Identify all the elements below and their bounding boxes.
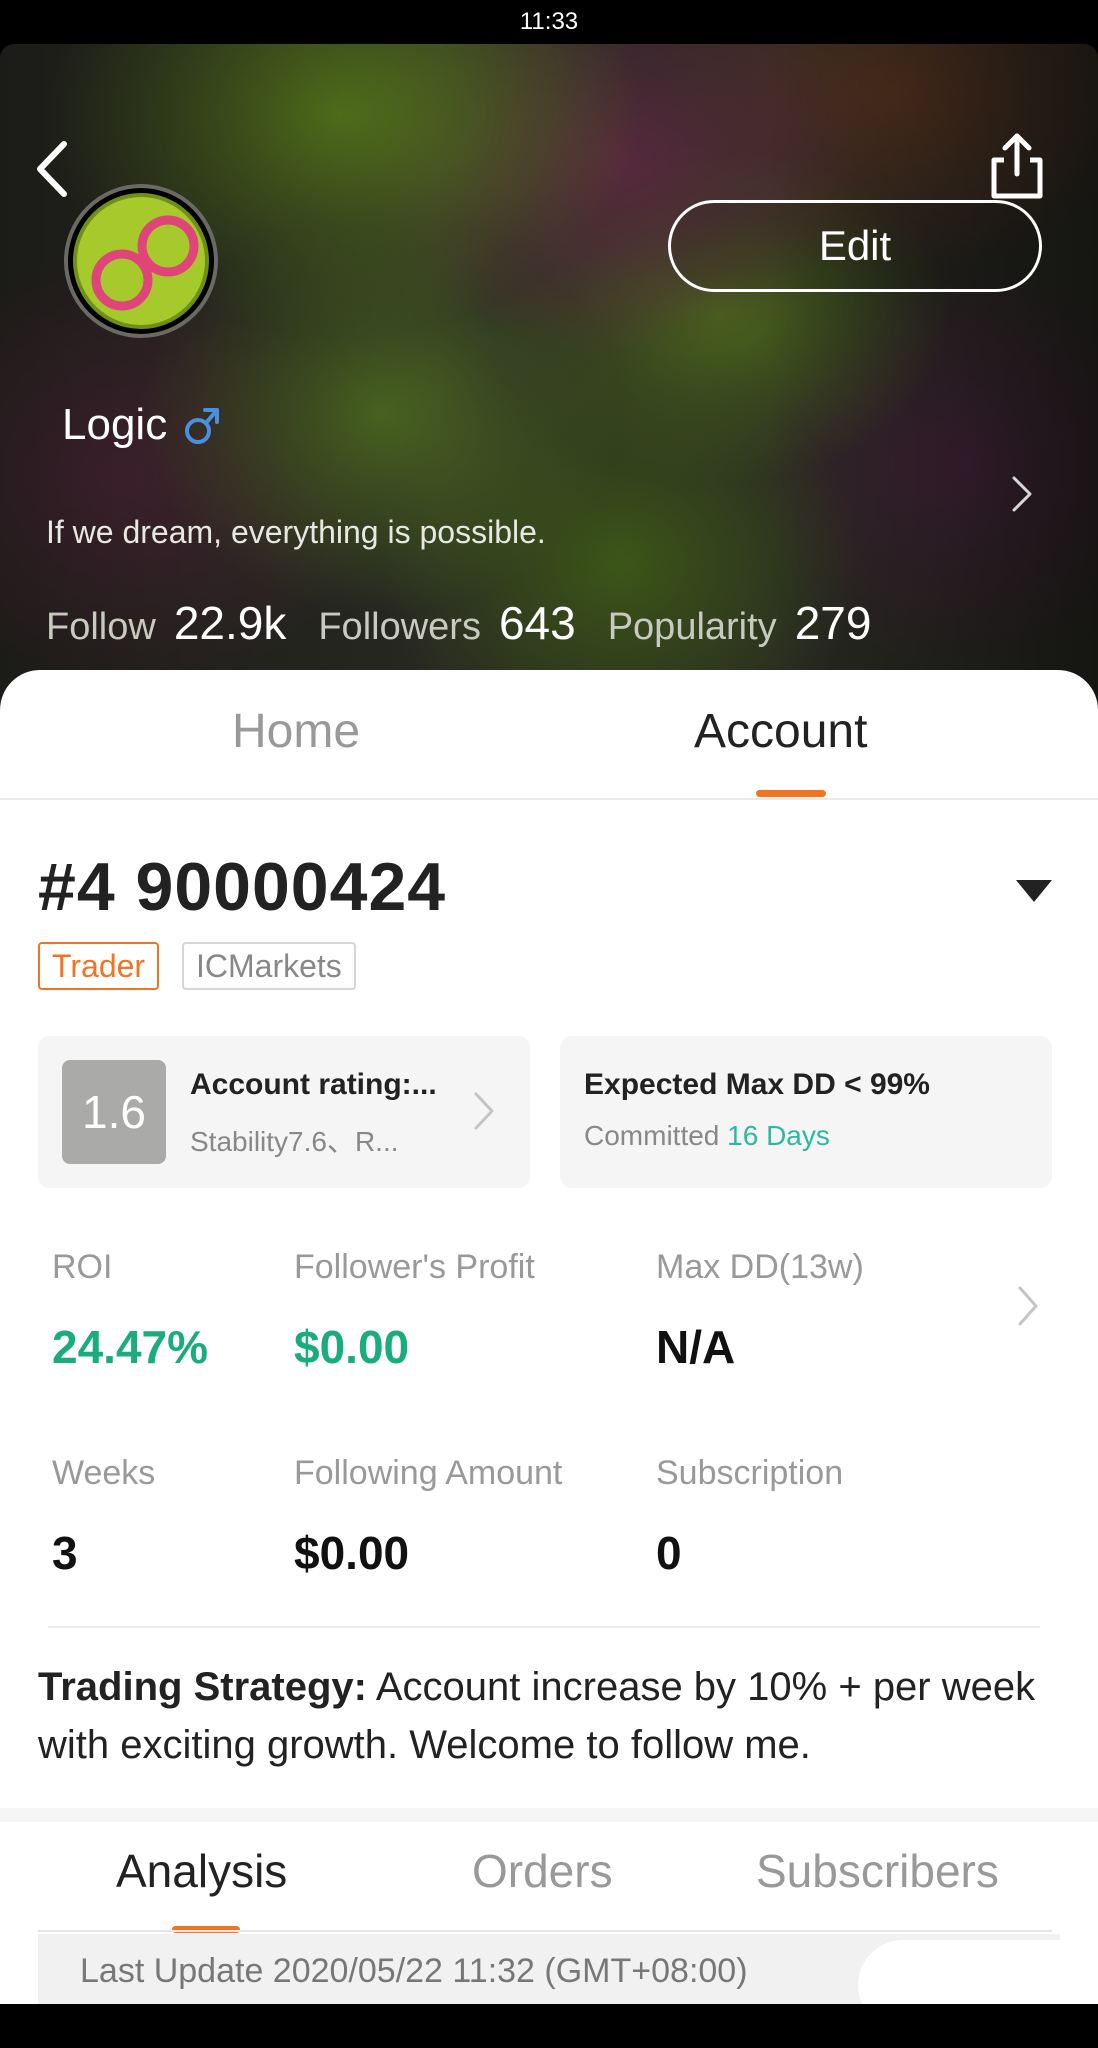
status-bar: 11:33 — [0, 0, 1098, 44]
subtab-divider — [38, 1930, 1052, 1932]
broker-tag: ICMarkets — [182, 942, 356, 990]
committed-label: Committed — [584, 1120, 720, 1151]
share-icon — [991, 133, 1043, 199]
max-dd-title: Expected Max DD < 99% — [584, 1068, 930, 1101]
popularity-count: 279 — [794, 597, 872, 649]
tab-orders[interactable]: Orders — [472, 1844, 613, 1898]
profile-bio: If we dream, everything is possible. — [46, 514, 546, 550]
metrics-divider — [48, 1626, 1040, 1628]
rating-score: 1.6 — [62, 1060, 166, 1164]
content-sheet: Home Account #4 90000424 Trader ICMarket… — [0, 670, 1098, 2004]
edit-profile-button[interactable]: Edit — [668, 200, 1042, 292]
subscription-value: 0 — [656, 1527, 682, 1579]
avatar[interactable] — [64, 184, 218, 338]
male-symbol-icon — [185, 408, 220, 444]
follower-profit-value: $0.00 — [294, 1321, 410, 1373]
profile-name-row: Logic — [62, 400, 221, 450]
username: Logic — [62, 400, 168, 449]
subscription-label: Subscription — [656, 1454, 844, 1492]
roi-label: ROI — [52, 1248, 113, 1286]
committed-days: 16 Days — [727, 1120, 830, 1151]
max-dd-card[interactable]: Expected Max DD < 99% Committed 16 Days — [560, 1036, 1052, 1188]
profile-stats: Follow 22.9k Followers 643 Popularity 27… — [46, 596, 903, 650]
caret-down-icon[interactable] — [1016, 880, 1052, 902]
share-button[interactable] — [984, 130, 1050, 200]
trader-tag: Trader — [38, 942, 160, 990]
bottom-bar — [0, 2004, 1098, 2048]
tab-home[interactable]: Home — [232, 704, 360, 759]
following-amount-label: Following Amount — [294, 1454, 563, 1492]
follow-count[interactable]: 22.9k — [174, 596, 287, 650]
followers-label: Followers — [318, 606, 481, 648]
account-rating-card[interactable]: 1.6 Account rating:... Stability7.6、R... — [38, 1036, 530, 1188]
chevron-right-icon — [474, 1092, 494, 1130]
section-separator — [0, 1808, 1098, 1822]
profile-detail-chevron-icon[interactable] — [1006, 470, 1036, 518]
follower-profit-label: Follower's Profit — [294, 1248, 535, 1286]
committed-line: Committed 16 Days — [584, 1120, 830, 1152]
max-dd-label: Max DD(13w) — [656, 1248, 864, 1286]
rating-title: Account rating:... — [190, 1068, 437, 1101]
following-amount-value: $0.00 — [294, 1527, 410, 1579]
tab-subscribers[interactable]: Subscribers — [756, 1844, 999, 1898]
update-bar-pill — [858, 1940, 1078, 2004]
tab-analysis[interactable]: Analysis — [116, 1844, 287, 1898]
followers-count[interactable]: 643 — [499, 596, 576, 650]
back-button[interactable] — [30, 134, 80, 204]
avatar-logo-icon — [73, 193, 209, 329]
weeks-value: 3 — [52, 1527, 78, 1579]
trading-strategy: Trading Strategy: Account increase by 10… — [38, 1658, 1048, 1774]
active-tab-indicator — [756, 790, 826, 797]
strategy-label: Trading Strategy: — [38, 1665, 367, 1709]
weeks-label: Weeks — [52, 1454, 156, 1492]
tab-account[interactable]: Account — [694, 704, 867, 759]
last-update-text: Last Update 2020/05/22 11:32 (GMT+08:00) — [80, 1952, 748, 1990]
account-number: #4 90000424 — [38, 849, 447, 925]
rating-subtitle: Stability7.6、R... — [190, 1126, 399, 1157]
popularity-label: Popularity — [607, 606, 777, 648]
profile-header: Edit Logic If we dream, everything is po… — [0, 44, 1098, 704]
roi-value: 24.47% — [52, 1321, 209, 1373]
tab-divider — [0, 798, 1098, 800]
metrics-chevron-right-icon[interactable] — [1014, 1282, 1042, 1330]
chevron-left-icon — [37, 141, 67, 197]
last-update-bar: Last Update 2020/05/22 11:32 (GMT+08:00) — [38, 1934, 1078, 2004]
status-time: 11:33 — [519, 8, 579, 35]
max-dd-value: N/A — [656, 1321, 736, 1373]
follow-label: Follow — [46, 606, 156, 648]
